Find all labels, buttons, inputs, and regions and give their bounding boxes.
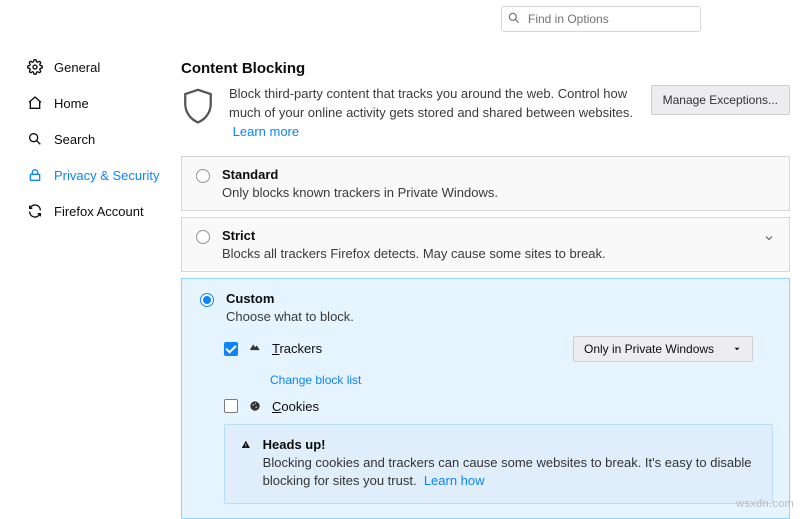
trackers-label: Trackers — [272, 341, 322, 356]
shield-icon — [181, 87, 215, 127]
section-title: Content Blocking — [181, 60, 790, 77]
sidebar-item-privacy-security[interactable]: Privacy & Security — [22, 160, 165, 190]
option-standard[interactable]: Standard Only blocks known trackers in P… — [181, 156, 790, 211]
option-custom: Custom Choose what to block. Trackers On… — [181, 278, 790, 519]
radio-strict[interactable] — [196, 230, 210, 244]
chevron-down-icon — [763, 232, 775, 247]
trackers-scope-dropdown[interactable]: Only in Private Windows — [573, 336, 753, 362]
sidebar: General Home Search Privacy & Security F… — [0, 0, 165, 514]
intro-description: Block third-party content that tracks yo… — [229, 86, 633, 120]
sidebar-item-label: Home — [54, 96, 89, 111]
sidebar-item-home[interactable]: Home — [22, 88, 165, 118]
sidebar-item-general[interactable]: General — [22, 52, 165, 82]
cookies-icon — [248, 399, 262, 413]
option-desc: Choose what to block. — [226, 309, 354, 324]
intro-row: Block third-party content that tracks yo… — [181, 85, 790, 142]
search-icon — [26, 130, 44, 148]
option-strict[interactable]: Strict Blocks all trackers Firefox detec… — [181, 217, 790, 272]
warning-icon — [241, 438, 251, 452]
option-label: Standard — [222, 167, 498, 182]
warning-text: Blocking cookies and trackers can cause … — [263, 454, 756, 492]
sidebar-item-label: Search — [54, 132, 95, 147]
intro-text: Block third-party content that tracks yo… — [229, 85, 637, 142]
search-input[interactable] — [501, 6, 701, 32]
warning-box: Heads up! Blocking cookies and trackers … — [224, 424, 773, 505]
option-label: Strict — [222, 228, 606, 243]
learn-more-link[interactable]: Learn more — [233, 124, 299, 139]
cookies-label: Cookies — [272, 399, 319, 414]
change-block-list-link[interactable]: Change block list — [270, 373, 361, 387]
radio-custom[interactable] — [200, 293, 214, 307]
sidebar-item-label: Firefox Account — [54, 204, 144, 219]
cookies-row: Cookies — [224, 399, 773, 414]
lock-icon — [26, 166, 44, 184]
trackers-row: Trackers Only in Private Windows — [224, 336, 773, 362]
trackers-icon — [248, 342, 262, 356]
sync-icon — [26, 202, 44, 220]
option-desc: Blocks all trackers Firefox detects. May… — [222, 246, 606, 261]
main-content: Content Blocking Block third-party conte… — [165, 0, 800, 514]
option-label: Custom — [226, 291, 354, 306]
change-block-list-row: Change block list — [270, 372, 773, 387]
sidebar-item-firefox-account[interactable]: Firefox Account — [22, 196, 165, 226]
dropdown-value: Only in Private Windows — [584, 342, 714, 356]
sidebar-item-label: General — [54, 60, 100, 75]
gear-icon — [26, 58, 44, 76]
search-field-wrap — [501, 6, 701, 32]
sidebar-item-search[interactable]: Search — [22, 124, 165, 154]
home-icon — [26, 94, 44, 112]
radio-standard[interactable] — [196, 169, 210, 183]
watermark: wsxdn.com — [736, 498, 794, 510]
manage-exceptions-button[interactable]: Manage Exceptions... — [651, 85, 790, 115]
caret-down-icon — [732, 344, 742, 354]
option-desc: Only blocks known trackers in Private Wi… — [222, 185, 498, 200]
learn-how-link[interactable]: Learn how — [424, 473, 485, 488]
trackers-checkbox[interactable] — [224, 342, 238, 356]
cookies-checkbox[interactable] — [224, 399, 238, 413]
warning-title: Heads up! — [263, 437, 756, 452]
sidebar-item-label: Privacy & Security — [54, 168, 159, 183]
